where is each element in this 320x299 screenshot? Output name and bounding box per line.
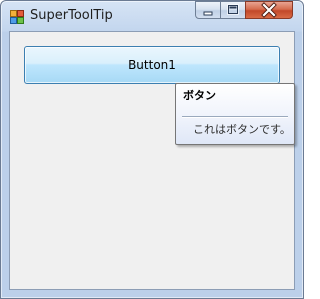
- tooltip-body: これはボタンです。: [193, 123, 291, 136]
- tooltip-title: ボタン: [183, 89, 216, 102]
- close-button[interactable]: [245, 1, 293, 19]
- button1[interactable]: Button1: [24, 46, 280, 84]
- window-controls: [195, 1, 299, 20]
- app-icon[interactable]: [10, 9, 24, 24]
- close-icon: [261, 2, 277, 18]
- maximize-button[interactable]: [220, 1, 246, 19]
- app-window: SuperToolTip Button1 ボタン これはボタンです。: [0, 0, 304, 299]
- super-tooltip: ボタン これはボタンです。: [175, 83, 295, 145]
- maximize-icon: [227, 4, 239, 15]
- form-client-area: Button1: [9, 31, 295, 290]
- window-title: SuperToolTip: [30, 8, 113, 23]
- minimize-button[interactable]: [195, 1, 221, 19]
- tooltip-separator: [182, 116, 288, 118]
- title-bar[interactable]: SuperToolTip: [1, 1, 303, 31]
- minimize-icon: [203, 11, 213, 16]
